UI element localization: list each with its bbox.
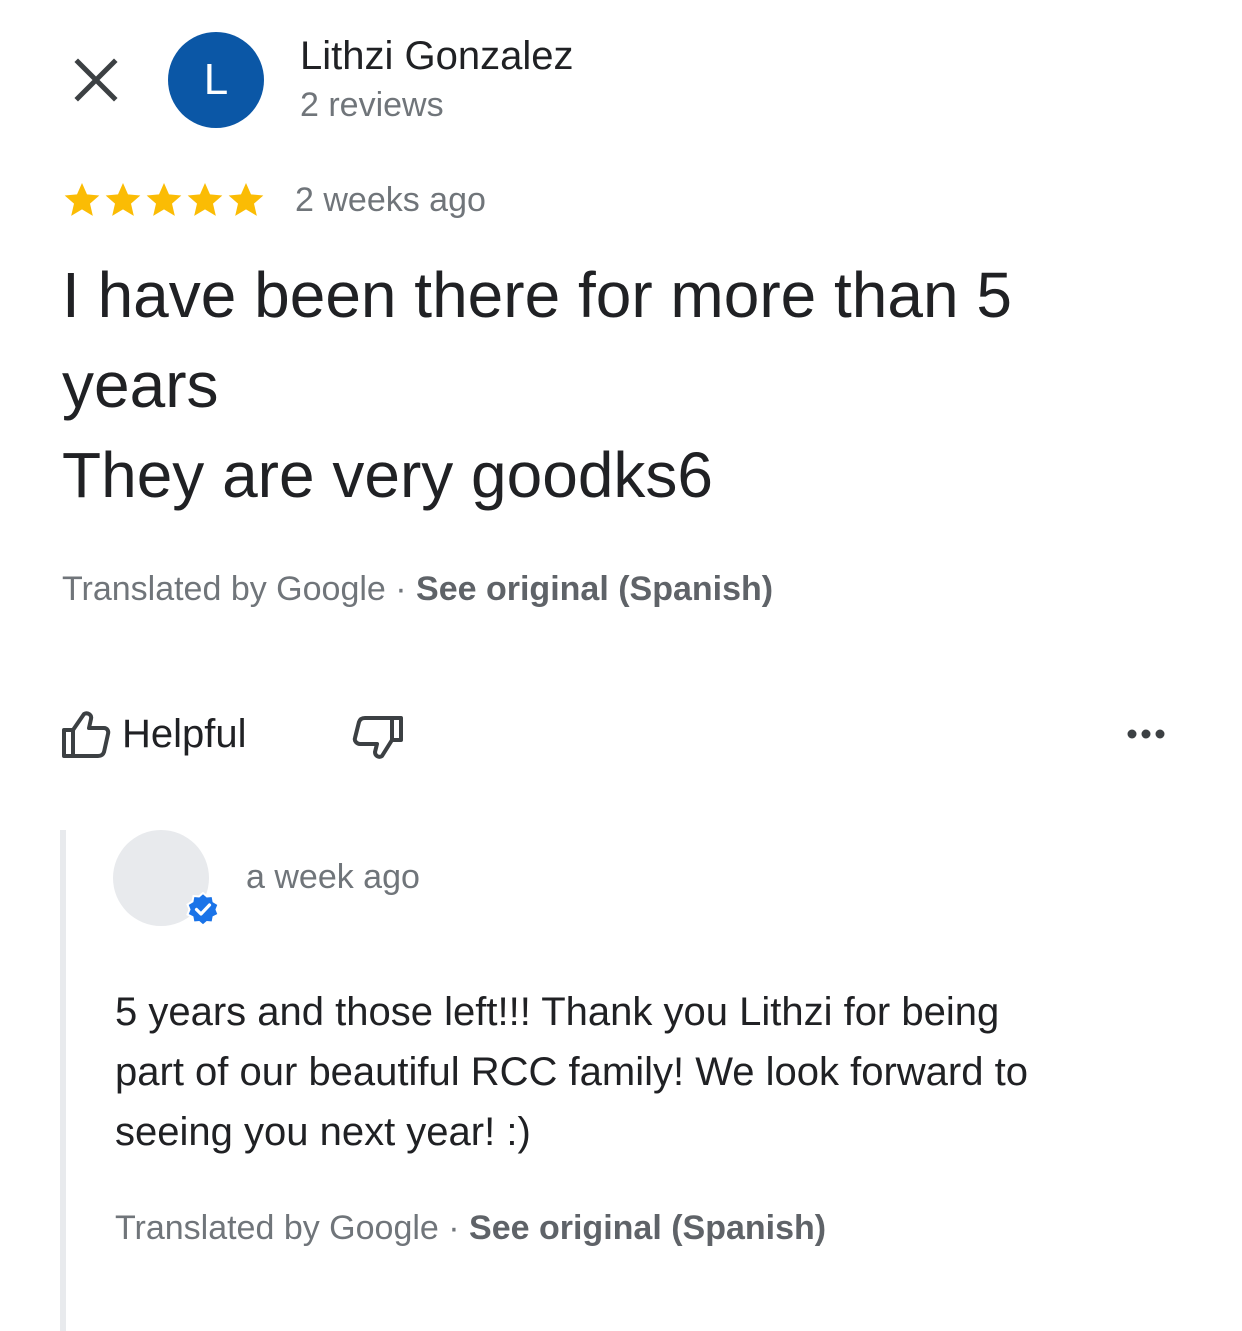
star-icon: [228, 183, 264, 216]
star-icon: [64, 183, 100, 216]
translated-by-label: Translated by Google ·: [62, 570, 417, 608]
more-options-button[interactable]: [1120, 712, 1172, 756]
reply-date: a week ago: [246, 858, 420, 896]
review-text: I have been there for more than 5 years …: [62, 250, 1202, 520]
reply-text: 5 years and those left!!! Thank you Lith…: [115, 982, 1175, 1162]
reply-divider: [60, 830, 66, 1331]
star-rating: [62, 180, 266, 226]
review-text-line: They are very goodks6: [62, 439, 713, 511]
close-button[interactable]: [68, 52, 124, 108]
review-text-line: I have been there for more than 5: [62, 259, 1012, 331]
reply-text-line: seeing you next year! :): [115, 1110, 531, 1154]
more-horizontal-icon: [1127, 729, 1165, 739]
thumbs-up-icon: [62, 711, 111, 758]
helpful-label: Helpful: [122, 711, 247, 756]
reviewer-name[interactable]: Lithzi Gonzalez: [300, 34, 573, 79]
not-helpful-button[interactable]: [348, 710, 404, 766]
thumbs-down-icon: [352, 716, 403, 759]
close-icon: [74, 58, 118, 102]
verified-badge-icon: [186, 892, 220, 926]
translated-by-label: Translated by Google ·: [115, 1209, 470, 1247]
star-icon: [105, 183, 141, 216]
review-text-line: years: [62, 349, 219, 421]
reply-text-line: part of our beautiful RCC family! We loo…: [115, 1050, 1028, 1094]
reply-translation-note: Translated by Google · See original (Spa…: [115, 1209, 826, 1248]
reply-text-line: 5 years and those left!!! Thank you Lith…: [115, 990, 1000, 1034]
translation-note: Translated by Google · See original (Spa…: [62, 570, 773, 609]
see-original-link[interactable]: See original (Spanish): [416, 570, 773, 608]
helpful-button[interactable]: Helpful: [60, 704, 247, 764]
see-original-link[interactable]: See original (Spanish): [469, 1209, 826, 1247]
star-icon: [187, 183, 223, 216]
reviewer-avatar[interactable]: L: [168, 32, 264, 128]
reviewer-review-count: 2 reviews: [300, 86, 444, 124]
review-date: 2 weeks ago: [295, 181, 486, 219]
star-icon: [146, 183, 182, 216]
